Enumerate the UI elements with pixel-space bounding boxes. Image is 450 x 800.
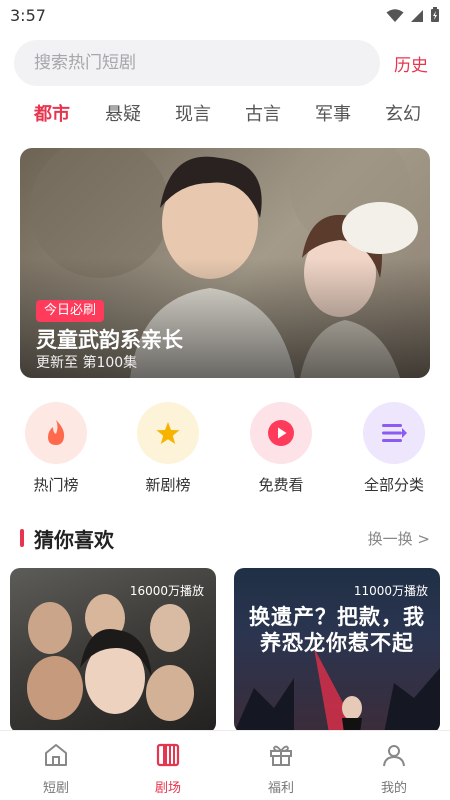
tab-duanju[interactable]: 短剧	[16, 741, 96, 796]
theater-icon	[128, 741, 208, 769]
section-title: 猜你喜欢	[34, 528, 114, 552]
tab-fuli-label: 福利	[267, 781, 294, 796]
poster-title: 换遗产？把款，我养恐龙你惹不起	[249, 605, 425, 655]
home-icon	[16, 741, 96, 769]
user-icon	[354, 741, 434, 769]
category-tab-dushi[interactable]: 都市	[34, 100, 70, 126]
bottom-tab-bar: 短剧 剧场 福利 我的	[0, 730, 450, 800]
wifi-icon	[386, 8, 404, 27]
banner-title: 灵童武韵系亲长	[36, 328, 183, 352]
play-count: 11000万播放	[353, 584, 428, 598]
banner-subtitle: 更新至 第100集	[36, 355, 138, 371]
app-screen: 3:57 历史 都市 悬疑 现言 古言 军事 玄幻	[0, 0, 450, 800]
category-tab-xianyan[interactable]: 现言	[175, 100, 211, 126]
featured-banner[interactable]: 今日必刷 灵童武韵系亲长 更新至 第100集	[20, 148, 430, 378]
play-count: 16000万播放	[129, 584, 204, 598]
history-button[interactable]: 历史	[394, 51, 428, 76]
section-header: 猜你喜欢 换一换 >	[20, 524, 430, 554]
entry-all-categories[interactable]: 全部分类	[344, 402, 444, 495]
section-marker	[20, 529, 24, 547]
refresh-button[interactable]: 换一换 >	[368, 528, 430, 549]
gift-icon	[241, 741, 321, 769]
search-box[interactable]	[14, 40, 380, 86]
banner-tag: 今日必刷	[36, 300, 105, 322]
fire-icon	[25, 402, 87, 464]
entry-all-categories-label: 全部分类	[363, 476, 424, 494]
signal-icon	[410, 8, 424, 27]
tab-duanju-label: 短剧	[42, 781, 69, 796]
entry-free-watch-label: 免费看	[258, 476, 304, 494]
search-row: 历史	[14, 40, 440, 86]
play-icon	[250, 402, 312, 464]
entry-new-list-label: 新剧榜	[145, 476, 191, 494]
status-bar: 3:57	[0, 0, 450, 32]
tab-wode[interactable]: 我的	[354, 741, 434, 796]
entry-free-watch[interactable]: 免费看	[231, 402, 331, 495]
tab-juchang[interactable]: 剧场	[128, 741, 208, 796]
battery-icon	[430, 7, 440, 27]
search-input[interactable]	[34, 53, 380, 73]
category-tab-guyan[interactable]: 古言	[245, 100, 281, 126]
quick-entries: 热门榜 新剧榜 免费看 全部分类	[0, 402, 450, 502]
tab-fuli[interactable]: 福利	[241, 741, 321, 796]
entry-hot-list[interactable]: 热门榜	[6, 402, 106, 495]
category-tab-junshi[interactable]: 军事	[315, 100, 351, 126]
list-icon	[363, 402, 425, 464]
category-tabs: 都市 悬疑 现言 古言 军事 玄幻	[0, 100, 450, 130]
category-tab-xuanhuan[interactable]: 玄幻	[385, 100, 421, 126]
star-icon	[137, 402, 199, 464]
tab-wode-label: 我的	[380, 781, 407, 796]
status-time: 3:57	[10, 6, 46, 25]
drama-card[interactable]: 16000万播放	[10, 568, 216, 733]
drama-card[interactable]: 11000万播放 换遗产？把款，我养恐龙你惹不起	[234, 568, 440, 733]
entry-hot-list-label: 热门榜	[33, 476, 79, 494]
status-icons	[386, 7, 440, 27]
category-tab-xuanyi[interactable]: 悬疑	[105, 100, 141, 126]
entry-new-list[interactable]: 新剧榜	[118, 402, 218, 495]
tab-juchang-label: 剧场	[154, 781, 181, 796]
